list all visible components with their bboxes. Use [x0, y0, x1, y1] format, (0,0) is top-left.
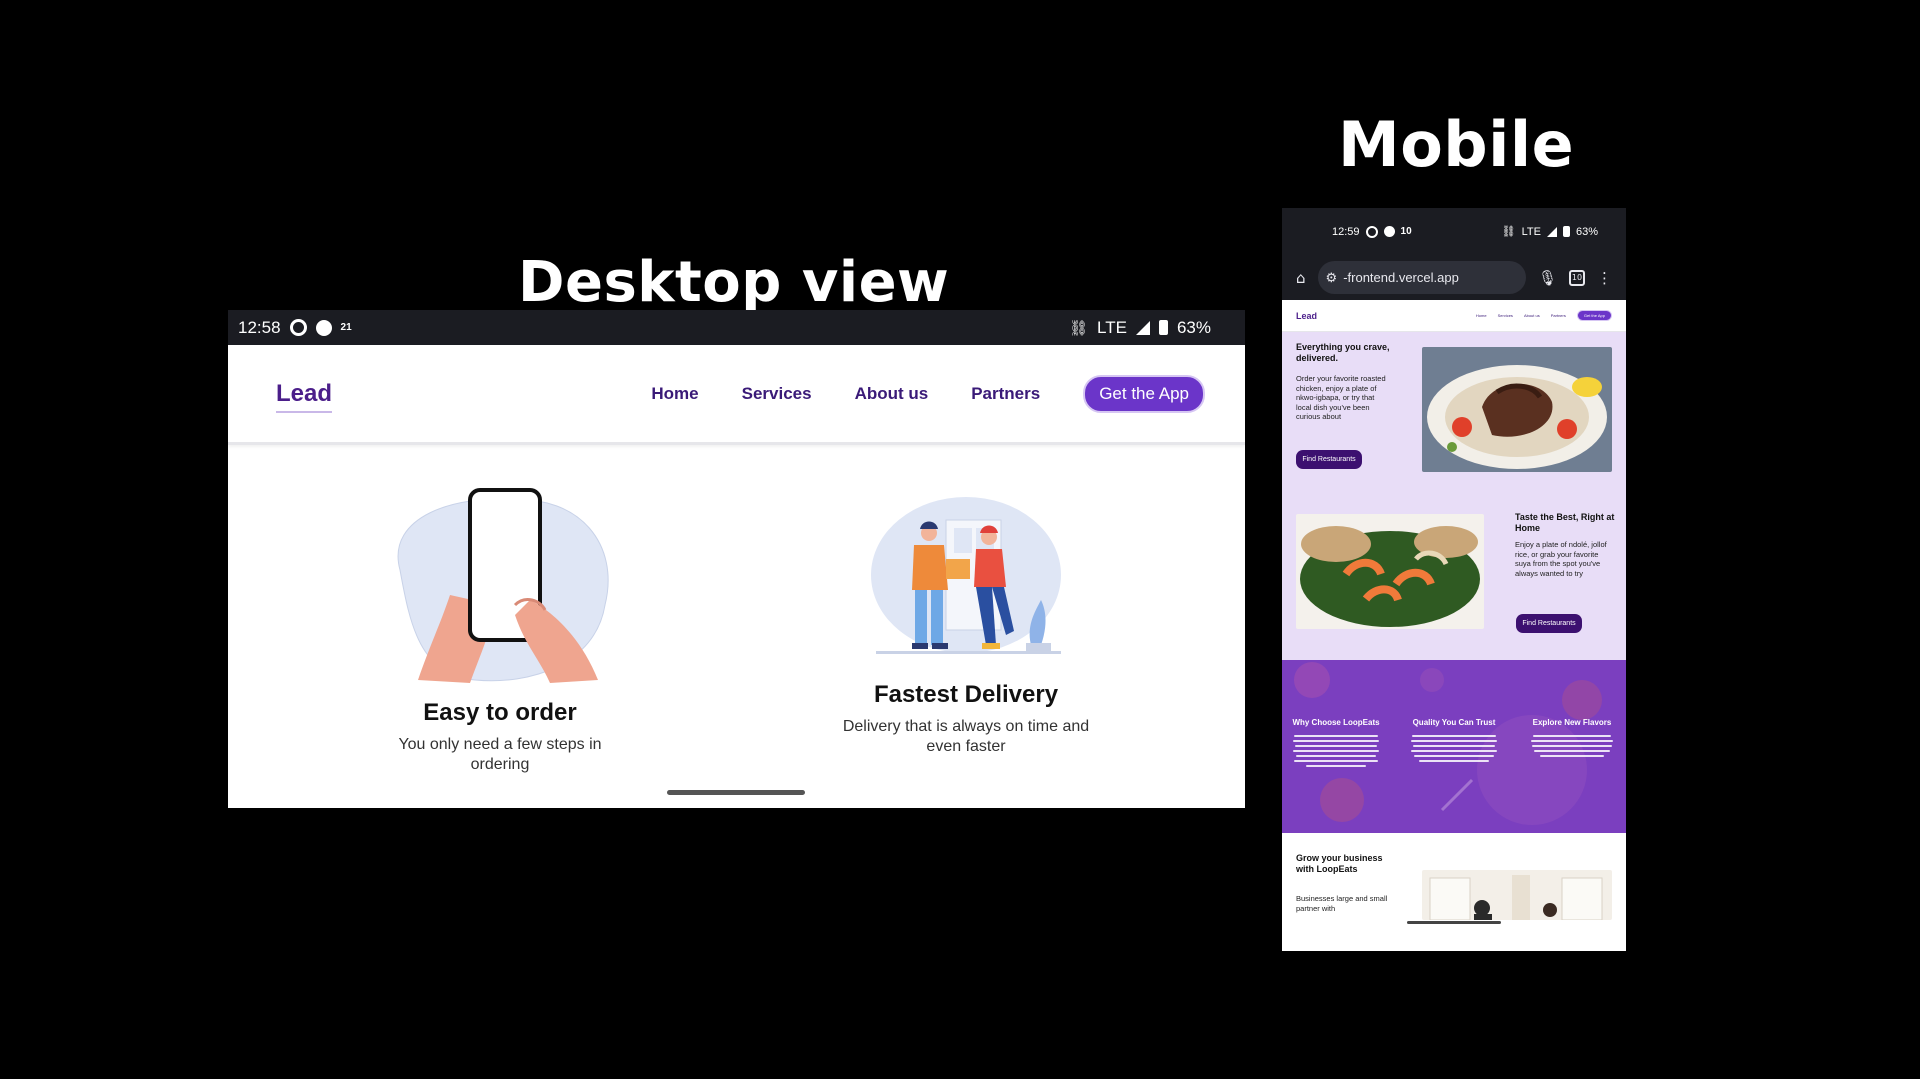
gesture-home-bar[interactable] — [1407, 921, 1501, 924]
explore-flavors-column: Explore New Flavors — [1526, 718, 1618, 757]
sync-icon — [289, 319, 307, 336]
mobile-screenshot: 12:59 10 ⛓ LTE 63% ⌂ ⚙ -frontend.vercel.… — [1282, 208, 1626, 951]
site-navbar: Lead Home Services About us Partners Get… — [1282, 300, 1626, 332]
nav-about-us[interactable]: About us — [855, 384, 929, 404]
site-settings-icon[interactable]: ⚙ — [1326, 270, 1338, 286]
home-icon[interactable]: ⌂ — [1296, 269, 1306, 287]
restaurant-interior-photo — [1422, 870, 1612, 920]
why-title: Explore New Flavors — [1532, 718, 1612, 727]
status-badge: 10 — [1400, 226, 1412, 237]
link-icon: ⛓ — [1069, 319, 1089, 337]
nav-about-us[interactable]: About us — [1524, 313, 1540, 318]
logo-underline — [276, 410, 333, 413]
feature-description: Delivery that is always on time and even… — [842, 718, 1090, 755]
battery-icon — [1158, 320, 1168, 335]
nav-services[interactable]: Services — [1498, 313, 1513, 318]
nav-home[interactable]: Home — [651, 384, 698, 404]
nav-services[interactable]: Services — [742, 384, 812, 404]
why-description-lines — [1290, 735, 1382, 767]
grilled-lamb-photo — [1422, 347, 1612, 472]
home-section-title: Taste the Best, Right at Home — [1515, 512, 1615, 533]
status-bar: 12:59 10 ⛓ LTE 63% — [1282, 208, 1626, 255]
hero-section: Everything you crave, delivered. Order y… — [1282, 332, 1626, 502]
nav-partners[interactable]: Partners — [971, 384, 1040, 404]
feature-title: Easy to order — [423, 699, 577, 726]
mobile-view-heading: Mobile — [1338, 108, 1575, 181]
signal-icon — [1546, 226, 1557, 237]
nav-links: Home Services About us Partners Get the … — [651, 374, 1205, 413]
signal-icon — [1135, 320, 1150, 335]
home-section-text: Enjoy a plate of ndolé, jollof rice, or … — [1515, 540, 1607, 578]
feature-fastest-delivery: Fastest Delivery Delivery that is always… — [836, 495, 1096, 757]
features-section: Easy to order You only need a few steps … — [228, 445, 1245, 805]
grow-text: Businesses large and small partner with — [1296, 894, 1388, 913]
why-description-lines — [1408, 735, 1500, 762]
url-text: -frontend.vercel.app — [1343, 270, 1459, 285]
get-the-app-button[interactable]: Get the App — [1576, 310, 1612, 321]
brand-logo[interactable]: Lead — [1296, 311, 1317, 321]
link-icon: ⛓ — [1501, 226, 1516, 238]
find-restaurants-button[interactable]: Find Restaurants — [1296, 450, 1362, 469]
desktop-view-heading: Desktop view — [518, 250, 950, 315]
get-the-app-button[interactable]: Get the App — [1083, 374, 1205, 413]
feature-easy-to-order: Easy to order You only need a few steps … — [380, 485, 620, 775]
network-type: LTE — [1521, 225, 1541, 238]
hero-title: Everything you crave, delivered. — [1296, 342, 1390, 363]
hero-text: Order your favorite roasted chicken, enj… — [1296, 374, 1386, 421]
battery-level: 63% — [1575, 225, 1598, 238]
why-choose-section: Why Choose LoopEats Quality You Can Trus… — [1282, 660, 1626, 833]
status-time: 12:58 — [238, 317, 281, 337]
find-restaurants-button[interactable]: Find Restaurants — [1516, 614, 1582, 633]
why-title: Why Choose LoopEats — [1292, 718, 1380, 727]
site-navbar: Lead Home Services About us Partners Get… — [228, 345, 1245, 445]
notification-dot-icon — [1383, 226, 1395, 237]
grow-title: Grow your business with LoopEats — [1296, 853, 1383, 874]
more-menu-icon[interactable]: ⋮ — [1597, 269, 1612, 287]
grow-business-section: Grow your business with LoopEats Busines… — [1282, 833, 1626, 933]
brand-logo[interactable]: Lead — [276, 379, 333, 413]
shrimp-salad-photo — [1296, 514, 1484, 629]
tab-switcher-icon[interactable]: 10 — [1569, 269, 1585, 286]
nav-partners[interactable]: Partners — [1551, 313, 1566, 318]
brand-name: Lead — [1296, 310, 1318, 321]
taste-at-home-section: Taste the Best, Right at Home Enjoy a pl… — [1282, 502, 1626, 660]
battery-level: 63% — [1176, 317, 1211, 337]
gesture-home-bar[interactable] — [667, 790, 805, 795]
why-title: Quality You Can Trust — [1412, 718, 1496, 727]
notification-dot-icon — [315, 319, 332, 336]
status-time: 12:59 — [1332, 225, 1360, 238]
courier-delivery-illustration — [871, 497, 1061, 654]
browser-toolbar: ⌂ ⚙ -frontend.vercel.app 🎙 10 ⋮ — [1282, 255, 1626, 300]
desktop-screenshot: 12:58 21 ⛓ LTE 63% Lead Home Services Ab… — [228, 310, 1245, 808]
feature-description: You only need a few steps in ordering — [398, 736, 602, 773]
brand-name: Lead — [276, 379, 333, 407]
nav-links: Home Services About us Partners Get the … — [1476, 310, 1612, 321]
network-type: LTE — [1097, 317, 1127, 337]
sync-icon — [1365, 225, 1378, 238]
why-description-lines — [1526, 735, 1618, 757]
phone-in-hand-illustration — [397, 488, 609, 683]
battery-icon — [1562, 226, 1570, 237]
microphone-icon[interactable]: 🎙 — [1538, 269, 1557, 287]
status-bar: 12:58 21 ⛓ LTE 63% — [228, 310, 1245, 345]
why-choose-column: Why Choose LoopEats — [1290, 718, 1382, 767]
quality-column: Quality You Can Trust — [1408, 718, 1500, 762]
nav-home[interactable]: Home — [1476, 313, 1487, 318]
address-bar[interactable]: ⚙ -frontend.vercel.app — [1317, 261, 1526, 294]
feature-title: Fastest Delivery — [873, 681, 1059, 708]
status-badge: 21 — [340, 322, 352, 333]
